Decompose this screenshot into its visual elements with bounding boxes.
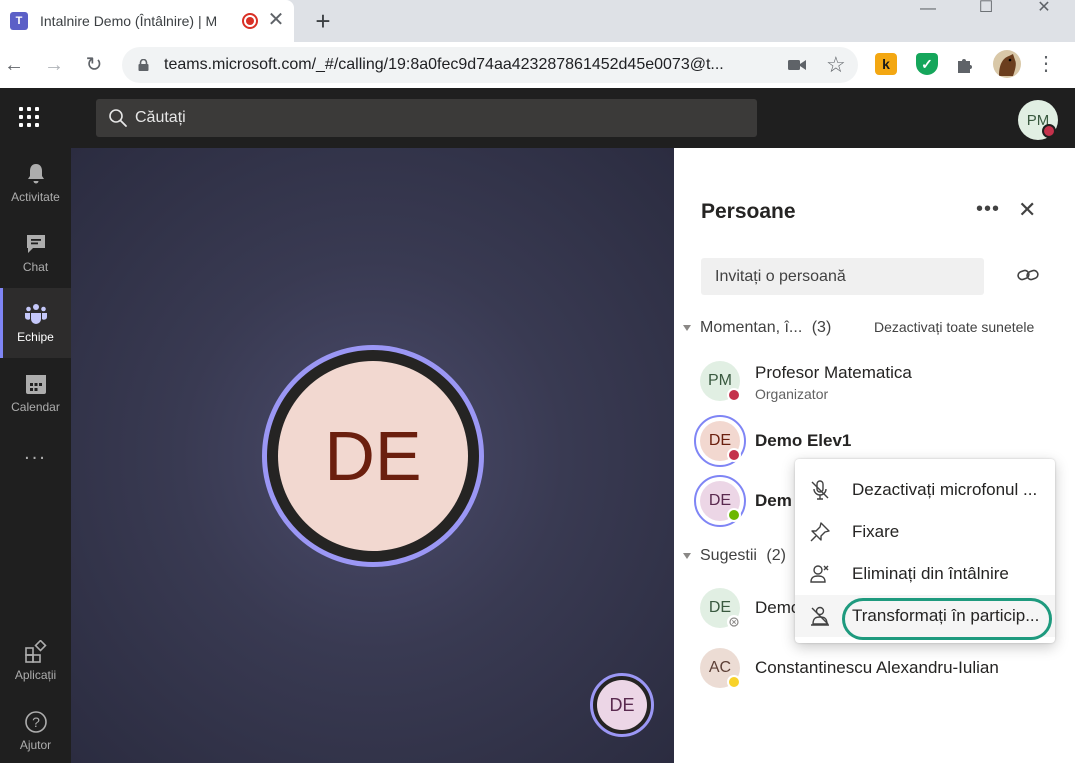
active-speaker-ring: DE [262, 345, 484, 567]
url-text: teams.microsoft.com/_#/calling/19:8a0fec… [164, 56, 724, 73]
svg-text:?: ? [32, 714, 40, 730]
more-apps-icon: ... [24, 442, 47, 464]
rail-label: Activitate [11, 190, 60, 204]
teams-icon [25, 304, 47, 324]
reload-icon[interactable]: ↻ [80, 51, 108, 79]
suggestions-count: (2) [766, 547, 786, 564]
forward-arrow-icon[interactable]: → [40, 51, 68, 79]
highlight-annotation [842, 598, 1052, 640]
bookmark-star-icon[interactable]: ☆ [826, 53, 846, 77]
profile-avatar-icon[interactable] [993, 50, 1021, 78]
tab-close-button[interactable]: ✕ [266, 10, 286, 30]
browser-menu-icon[interactable]: ⋮ [1036, 52, 1056, 76]
rail-label: Echipe [17, 330, 54, 344]
participant-name: Dem [755, 491, 792, 510]
browser-toolbar: ← → ↻ teams.microsoft.com/_#/calling/19:… [0, 42, 1075, 88]
menu-item-label: Dezactivați microfonul ... [852, 480, 1038, 499]
in-meeting-count: (3) [811, 319, 832, 336]
lock-icon [138, 59, 149, 71]
rail-item-chat[interactable]: Chat [0, 218, 71, 288]
mute-all-button[interactable]: Dezactivați toate sunetele [874, 319, 1034, 335]
address-bar[interactable]: teams.microsoft.com/_#/calling/19:8a0fec… [122, 47, 858, 83]
away-status-icon [727, 675, 741, 689]
menu-item-pin[interactable]: Fixare [795, 511, 1055, 553]
rail-item-aplicatii[interactable]: Aplicații [0, 626, 71, 696]
help-icon: ? [25, 711, 47, 733]
tab-title: Intalnire Demo (Întâlnire) | M [40, 13, 218, 29]
meeting-stage: DE DE [71, 148, 674, 763]
offline-status-icon [727, 615, 741, 629]
rail-item-ajutor[interactable]: ? Ajutor [0, 696, 71, 763]
suggestions-section-header[interactable]: Sugestii (2) [683, 547, 786, 565]
busy-status-icon [727, 448, 741, 462]
participant-name: Profesor Matematica [755, 363, 912, 382]
in-meeting-section-header[interactable]: Momentan, î... (3) [683, 319, 831, 337]
rail-label: Chat [22, 260, 49, 274]
busy-status-icon [727, 388, 741, 402]
rail-item-calendar[interactable]: Calendar [0, 358, 71, 428]
apps-icon [25, 640, 47, 663]
window-close-button[interactable]: ✕ [1024, 0, 1064, 19]
rail-item-more[interactable]: ... [0, 438, 71, 478]
participant-name: Demo Elev1 [755, 431, 852, 450]
maximize-button[interactable]: ☐ [966, 0, 1006, 19]
menu-item-label: Eliminați din întâlnire [852, 564, 1009, 583]
participant-name: Demo [755, 598, 801, 617]
back-arrow-icon[interactable]: ← [0, 51, 28, 79]
menu-item-label: Fixare [852, 522, 900, 541]
close-panel-button[interactable]: ✕ [1018, 198, 1036, 222]
mic-off-icon [811, 480, 829, 500]
busy-status-icon [1042, 124, 1056, 138]
suggestions-label: Sugestii [700, 547, 757, 564]
make-attendee-icon [811, 606, 829, 626]
minimize-button[interactable]: — [908, 0, 948, 20]
participant-role: Organizator [755, 386, 829, 402]
shield-extension-icon[interactable]: ✓ [916, 53, 938, 75]
available-status-icon [727, 508, 741, 522]
share-link-icon[interactable] [1016, 265, 1040, 285]
pin-icon [810, 522, 830, 542]
recording-indicator-icon [242, 13, 258, 29]
rail-item-echipe[interactable]: Echipe [0, 288, 71, 358]
menu-item-mute[interactable]: Dezactivați microfonul ... [795, 469, 1055, 511]
puzzle-extensions-icon[interactable] [955, 54, 975, 74]
app-launcher-icon[interactable] [19, 107, 39, 127]
new-tab-button[interactable]: + [311, 7, 335, 35]
menu-item-remove[interactable]: Eliminați din întâlnire [795, 553, 1055, 595]
calendar-icon [26, 375, 46, 394]
people-panel: Persoane ••• ✕ Invitați o persoană Momen… [674, 148, 1075, 763]
invite-placeholder: Invitați o persoană [715, 268, 846, 285]
search-placeholder: Căutați [135, 109, 186, 126]
invite-input[interactable]: Invitați o persoană [701, 258, 984, 295]
teams-header: Căutați [0, 88, 1075, 148]
left-rail: Activitate Chat Echipe Calendar ... Apli… [0, 148, 71, 763]
participant-row[interactable]: PM Profesor Matematica Organizator [700, 361, 1070, 413]
self-view-avatar[interactable]: DE [597, 680, 647, 730]
bell-icon [28, 164, 44, 184]
chat-icon [27, 235, 45, 253]
browser-tabstrip: T Intalnire Demo (Întâlnire) | M ✕ + — ☐… [0, 0, 1075, 42]
browser-tab[interactable]: T Intalnire Demo (Întâlnire) | M ✕ [0, 0, 294, 42]
k-extension-icon[interactable]: k [875, 53, 897, 75]
rail-label: Ajutor [19, 738, 52, 752]
rail-item-activitate[interactable]: Activitate [0, 148, 71, 218]
chevron-down-icon [683, 324, 691, 331]
rail-label: Aplicații [14, 668, 57, 682]
chevron-down-icon [683, 552, 691, 559]
remove-person-icon [810, 565, 829, 583]
search-input[interactable]: Căutați [96, 99, 757, 137]
camera-icon[interactable] [788, 58, 806, 72]
self-view-ring: DE [590, 673, 654, 737]
more-options-icon[interactable]: ••• [976, 198, 1000, 221]
search-icon [109, 109, 127, 127]
in-meeting-label: Momentan, î... [700, 319, 803, 336]
teams-favicon-icon: T [10, 12, 28, 30]
participant-avatar-large[interactable]: DE [278, 361, 468, 551]
suggested-row[interactable]: AC Constantinescu Alexandru-Iulian [700, 648, 1070, 700]
rail-label: Calendar [11, 400, 60, 414]
panel-title: Persoane [701, 200, 796, 223]
participant-name: Constantinescu Alexandru-Iulian [755, 658, 999, 677]
